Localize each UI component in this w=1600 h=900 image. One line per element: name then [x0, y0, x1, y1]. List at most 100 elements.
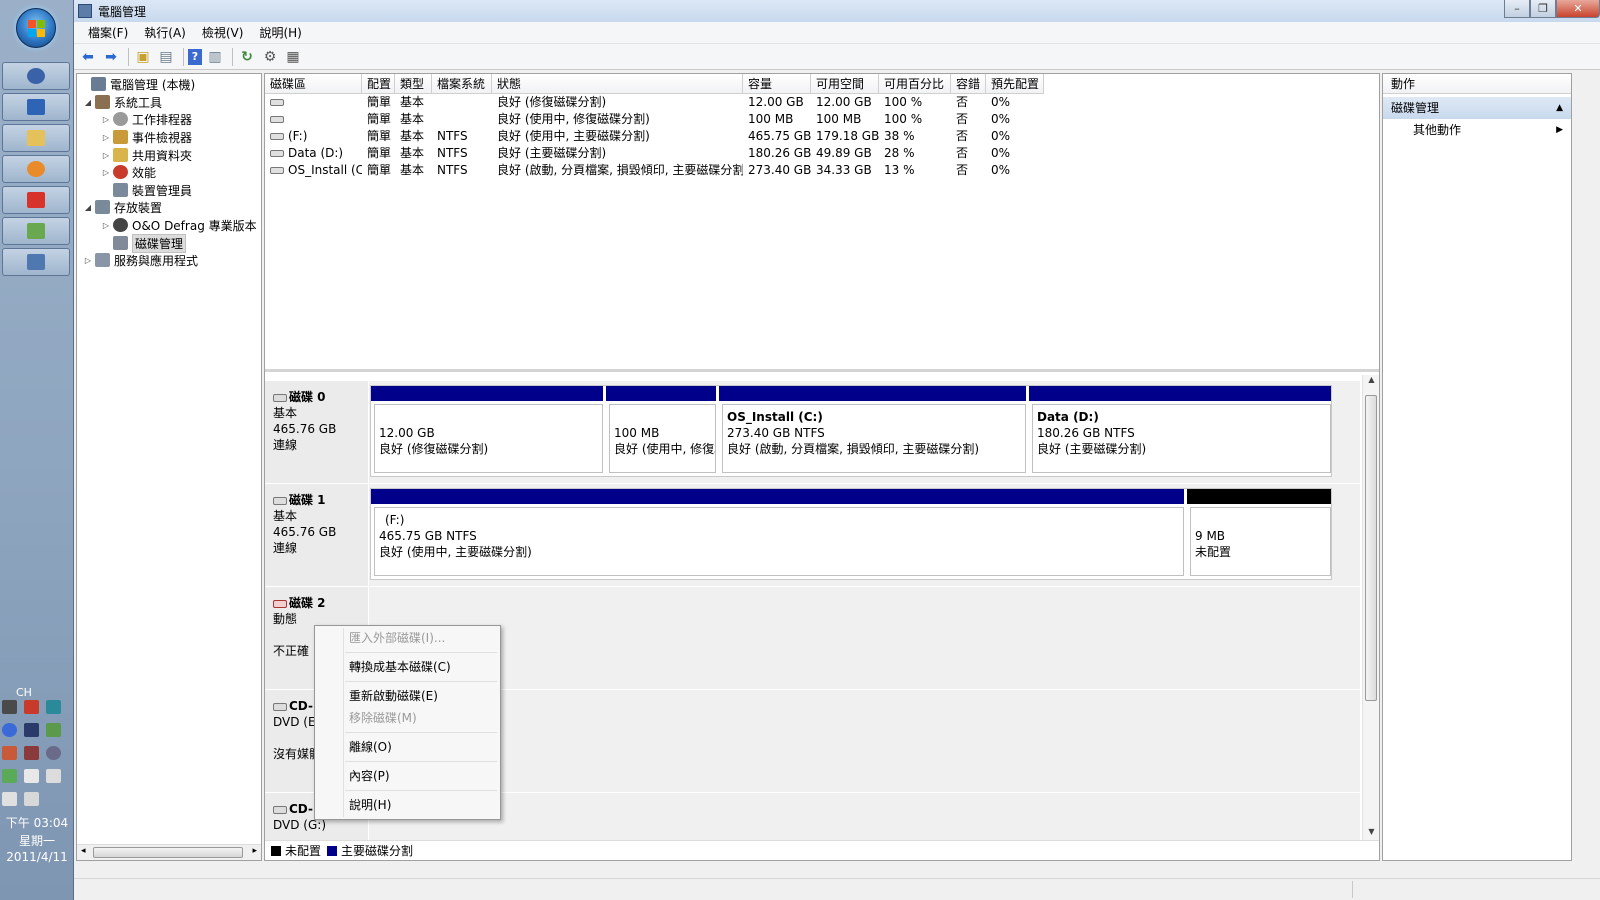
tray-icon-3[interactable]: [46, 700, 61, 714]
tray-icon-4[interactable]: [2, 723, 17, 737]
taskbar-pdf[interactable]: [2, 186, 70, 214]
menu-help[interactable]: 說明(H): [251, 24, 309, 41]
clock-weekday[interactable]: 星期一: [0, 832, 74, 849]
volume-icon[interactable]: [2, 792, 17, 806]
menu-item-offline[interactable]: 離線(O): [349, 737, 392, 757]
collapsed-arrow-icon[interactable]: ▷: [101, 133, 111, 142]
tree-node-performance[interactable]: ▷ 效能: [101, 163, 156, 181]
export-list-icon[interactable]: ▦: [283, 47, 303, 67]
column-header-free-space[interactable]: 可用空間: [811, 74, 879, 94]
collapsed-arrow-icon[interactable]: ▷: [101, 168, 111, 177]
collapsed-arrow-icon[interactable]: ▷: [83, 256, 93, 265]
close-button[interactable]: ✕: [1556, 0, 1600, 18]
language-indicator[interactable]: CH: [16, 686, 32, 699]
table-row[interactable]: OS_Install (C:) 簡單 基本 NTFS 良好 (啟動, 分頁檔案,…: [265, 162, 1379, 179]
tray-icon-5[interactable]: [24, 723, 39, 737]
table-row[interactable]: (F:) 簡單 基本 NTFS 良好 (使用中, 主要磁碟分割) 465.75 …: [265, 128, 1379, 145]
collapse-up-icon[interactable]: ▲: [1556, 97, 1563, 119]
tray-icon-7[interactable]: [2, 746, 17, 760]
collapsed-arrow-icon[interactable]: ▷: [101, 115, 111, 124]
partition-block[interactable]: (F:) 465.75 GB NTFS 良好 (使用中, 主要磁碟分割): [371, 489, 1187, 579]
title-bar[interactable]: 電腦管理: [74, 0, 1600, 22]
taskbar-computer-management[interactable]: [2, 248, 70, 276]
tree-node-oo-defrag[interactable]: ▷ O&O Defrag 專業版本: [101, 216, 257, 234]
taskbar-app-4[interactable]: [2, 155, 70, 183]
column-header-capacity[interactable]: 容量: [743, 74, 811, 94]
unallocated-block[interactable]: 9 MB 未配置: [1187, 489, 1331, 579]
action-more-actions[interactable]: 其他動作 ▶: [1383, 119, 1571, 141]
menu-view[interactable]: 檢視(V): [194, 24, 252, 41]
menu-item-import-foreign-disk[interactable]: 匯入外部磁碟(I)...: [349, 628, 445, 648]
back-icon[interactable]: ⬅: [78, 47, 98, 67]
tray-icon-2[interactable]: [24, 700, 39, 714]
column-header-filesystem[interactable]: 檔案系統: [432, 74, 492, 94]
scrollbar-thumb[interactable]: [1365, 395, 1377, 701]
tree-node-shared-folders[interactable]: ▷ 共用資料夾: [101, 146, 192, 164]
actions-section-disk-management[interactable]: 磁碟管理 ▲: [1383, 97, 1571, 119]
table-row[interactable]: Data (D:) 簡單 基本 NTFS 良好 (主要磁碟分割) 180.26 …: [265, 145, 1379, 162]
clock-time[interactable]: 下午 03:04: [0, 814, 74, 831]
disk-label[interactable]: 磁碟 1 基本 465.76 GB 連線: [265, 484, 369, 586]
properties-icon[interactable]: ⚙: [260, 47, 280, 67]
tree-node-device-manager[interactable]: 裝置管理員: [101, 181, 192, 199]
table-row[interactable]: 簡單 基本 良好 (使用中, 修復磁碟分割) 100 MB 100 MB 100…: [265, 111, 1379, 128]
show-action-pane-icon[interactable]: ▥: [205, 47, 225, 67]
menu-item-convert-to-basic[interactable]: 轉換成基本磁碟(C): [349, 657, 451, 677]
table-row[interactable]: 簡單 基本 良好 (修復磁碟分割) 12.00 GB 12.00 GB 100 …: [265, 94, 1379, 111]
restore-button[interactable]: ❐: [1530, 0, 1556, 18]
menu-item-properties[interactable]: 內容(P): [349, 766, 390, 786]
collapsed-arrow-icon[interactable]: ▷: [101, 221, 111, 230]
taskbar-app-2[interactable]: [2, 93, 70, 121]
taskbar-app-6[interactable]: [2, 217, 70, 245]
column-header-volume[interactable]: 磁碟區: [265, 74, 362, 94]
tree-node-storage[interactable]: ◢ 存放裝置: [83, 198, 162, 216]
tree-node-services-applications[interactable]: ▷ 服務與應用程式: [83, 251, 198, 269]
tree-node-task-scheduler[interactable]: ▷ 工作排程器: [101, 110, 192, 128]
disk-label[interactable]: 磁碟 0 基本 465.76 GB 連線: [265, 381, 369, 483]
tree-horizontal-scrollbar[interactable]: ◂ ▸: [77, 844, 261, 860]
menu-item-remove-disk[interactable]: 移除磁碟(M): [349, 708, 417, 728]
clock-date[interactable]: 2011/4/11: [0, 850, 74, 864]
start-button[interactable]: [16, 8, 56, 48]
column-header-free-percent[interactable]: 可用百分比: [879, 74, 951, 94]
graph-vertical-scrollbar[interactable]: ▲ ▼: [1362, 375, 1379, 841]
column-header-type[interactable]: 類型: [395, 74, 432, 94]
forward-icon[interactable]: ➡: [101, 47, 121, 67]
minimize-button[interactable]: –: [1504, 0, 1530, 18]
column-header-fault-tolerance[interactable]: 容錯: [951, 74, 986, 94]
tray-icon-10[interactable]: [2, 769, 17, 783]
tray-icon-8[interactable]: [24, 746, 39, 760]
scroll-left-icon[interactable]: ◂: [81, 846, 86, 856]
tray-icon-1[interactable]: [2, 700, 17, 714]
column-header-layout[interactable]: 配置: [362, 74, 395, 94]
partition-block[interactable]: 100 MB 良好 (使用中, 修復ｴ: [606, 386, 719, 476]
show-hide-tree-icon[interactable]: ▤: [156, 47, 176, 67]
scroll-down-icon[interactable]: ▼: [1363, 827, 1379, 841]
scroll-up-icon[interactable]: ▲: [1363, 375, 1379, 389]
column-header-status[interactable]: 狀態: [492, 74, 743, 94]
tree-node-event-viewer[interactable]: ▷ 事件檢視器: [101, 128, 192, 146]
scrollbar-thumb[interactable]: [93, 847, 243, 858]
tray-icon-6[interactable]: [46, 723, 61, 737]
menu-action[interactable]: 執行(A): [136, 24, 194, 41]
network-icon[interactable]: [24, 792, 39, 806]
collapsed-arrow-icon[interactable]: ▷: [101, 151, 111, 160]
tray-icon-9[interactable]: [46, 746, 61, 760]
expanded-arrow-icon[interactable]: ◢: [83, 203, 93, 212]
up-folder-icon[interactable]: ▣: [133, 47, 153, 67]
tree-node-system-tools[interactable]: ◢ 系統工具: [83, 93, 162, 111]
tray-icon-12[interactable]: [46, 769, 61, 783]
column-header-overhead[interactable]: 預先配置: [986, 74, 1044, 94]
action-center-icon[interactable]: [24, 769, 39, 783]
partition-block[interactable]: Data (D:) 180.26 GB NTFS 良好 (主要磁碟分割): [1029, 386, 1331, 476]
menu-item-help[interactable]: 說明(H): [349, 795, 391, 815]
refresh-icon[interactable]: ↻: [237, 47, 257, 67]
partition-block[interactable]: OS_Install (C:) 273.40 GB NTFS 良好 (啟動, 分…: [719, 386, 1029, 476]
help-icon[interactable]: ?: [188, 48, 202, 65]
partition-block[interactable]: 12.00 GB 良好 (修復磁碟分割): [371, 386, 606, 476]
menu-item-reactivate-disk[interactable]: 重新啟動磁碟(E): [349, 686, 438, 706]
taskbar-app-1[interactable]: [2, 62, 70, 90]
scroll-right-icon[interactable]: ▸: [252, 846, 257, 856]
menu-file[interactable]: 檔案(F): [80, 24, 136, 41]
tree-node-computer-management[interactable]: 電腦管理 (本機): [79, 75, 195, 93]
